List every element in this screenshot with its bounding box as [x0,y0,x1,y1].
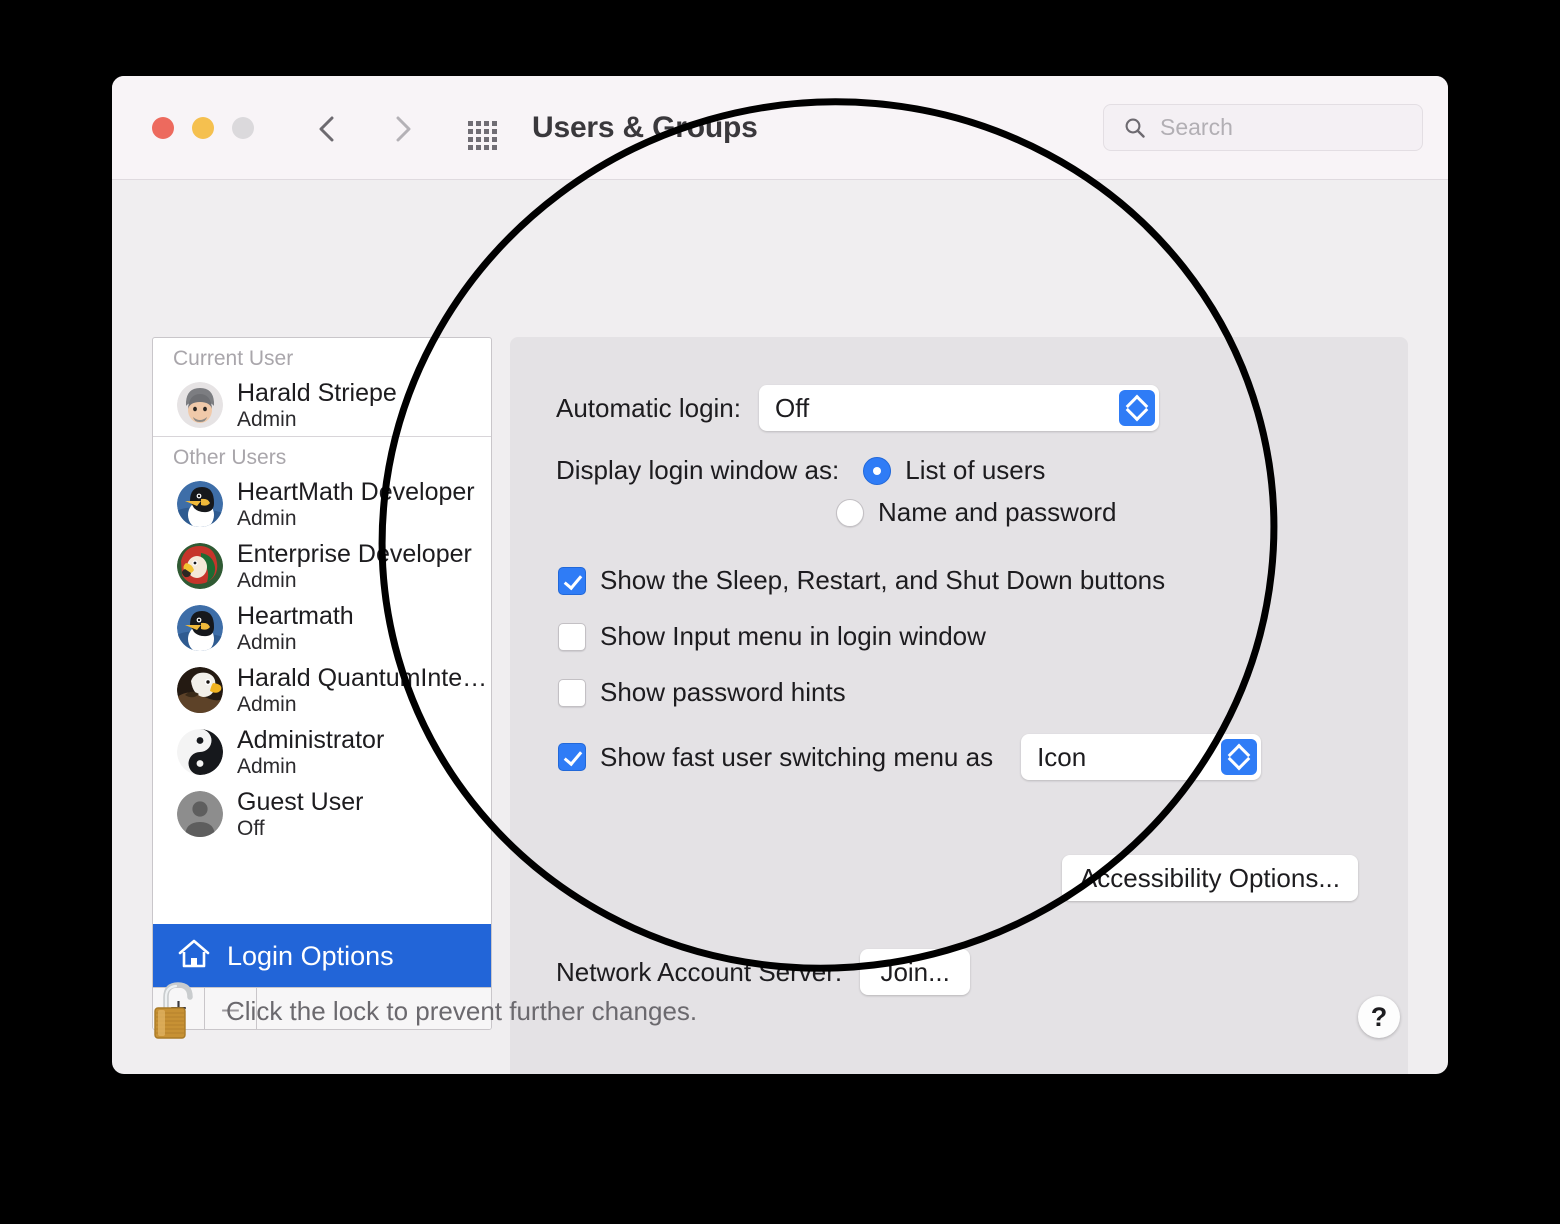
list-item-texts: HeartMath Developer Admin [237,478,475,531]
search-input[interactable]: Search [1103,104,1423,151]
radio-name-password-row: Name and password [836,497,1116,528]
user-name: HeartMath Developer [237,477,475,506]
checkbox-password-hints-row[interactable]: Show password hints [558,677,846,708]
checkbox-password-hints[interactable] [558,678,586,707]
checkbox-input-menu[interactable] [558,622,586,651]
traffic-light-group [152,117,254,139]
yinyang-avatar [177,729,223,775]
user-role: Off [237,816,265,840]
list-item-texts: Administrator Admin [237,726,384,779]
help-button[interactable]: ? [1358,996,1400,1038]
close-button-icon[interactable] [152,117,174,139]
lock-row[interactable]: Click the lock to prevent further change… [152,980,697,1042]
chevron-right-icon[interactable] [386,112,420,146]
user-role: Admin [237,568,297,592]
list-item[interactable]: Heartmath Admin [153,597,491,659]
user-name: Administrator [237,725,385,754]
radio-list-of-users[interactable] [863,456,892,485]
user-name: Enterprise Developer [237,539,472,568]
checkbox-input-menu-row[interactable]: Show Input menu in login window [558,621,986,652]
chevron-updown-icon[interactable] [1221,739,1258,775]
radio-name-and-password-label: Name and password [878,497,1117,527]
unlocked-padlock-icon[interactable] [152,980,204,1042]
penguin-avatar [177,481,223,527]
list-item-texts: Heartmath Admin [237,602,354,655]
checkbox-fast-user-switching-label: Show fast user switching menu as [600,741,994,772]
list-item[interactable]: Harald QuantumInte… Admin [153,659,491,721]
user-name: Harald Striepe [237,378,397,407]
checkbox-password-hints-label: Show password hints [600,677,846,707]
radio-list-of-users-label: List of users [905,455,1046,485]
parrot-avatar [177,543,223,589]
home-icon [177,938,211,975]
list-item-texts: Guest User Off [237,788,363,841]
automatic-login-value: Off [774,392,810,423]
user-role: Admin [237,692,297,716]
list-item[interactable]: Administrator Admin [153,721,491,783]
window-body: Current User Harald Striepe Admin Other … [112,180,1448,1074]
minimize-button-icon[interactable] [192,117,214,139]
screenshot-root: Users & Groups Search Current User Haral… [0,0,1560,1224]
sidebar-section-header-current: Current User [173,347,294,370]
user-name: Guest User [237,787,364,816]
radio-name-and-password[interactable] [836,498,864,527]
sidebar-item-login-options[interactable]: Login Options [153,924,491,988]
automatic-login-label: Automatic login: [556,392,741,423]
user-name: Heartmath [237,601,354,630]
checkbox-sleep-restart-shutdown[interactable] [558,566,586,595]
automatic-login-row: Automatic login: Off [556,385,1159,431]
zoom-button-icon[interactable] [232,117,254,139]
search-icon [1124,117,1146,139]
penguin-avatar [177,605,223,651]
list-item-texts: Harald QuantumInte… Admin [237,664,487,717]
display-login-window-row: Display login window as: List of users [556,455,1045,486]
user-role: Admin [237,506,297,530]
list-item[interactable]: Harald Striepe Admin [153,374,491,436]
user-role: Admin [237,630,297,654]
chevron-updown-icon[interactable] [1118,390,1155,426]
lock-message: Click the lock to prevent further change… [226,995,698,1026]
user-role: Admin [237,754,297,778]
list-item[interactable]: Enterprise Developer Admin [153,535,491,597]
automatic-login-select[interactable]: Off [758,385,1159,431]
checkbox-fast-user-switching-row[interactable]: Show fast user switching menu as Icon [558,734,1262,780]
system-preferences-window: Users & Groups Search Current User Haral… [112,76,1448,1074]
display-login-window-label: Display login window as: [556,455,840,485]
list-item-texts: Enterprise Developer Admin [237,540,472,593]
user-name: Harald QuantumInte… [237,663,488,692]
users-sidebar: Current User Harald Striepe Admin Other … [152,337,492,1030]
list-item[interactable]: HeartMath Developer Admin [153,473,491,535]
eagle-avatar [177,667,223,713]
memoji-avatar [177,382,223,428]
user-role: Admin [237,407,297,431]
checkbox-fast-user-switching[interactable] [558,743,586,771]
search-placeholder: Search [1160,114,1233,140]
list-item-texts: Harald Striepe Admin [237,379,397,432]
show-all-grid-icon[interactable] [468,121,502,150]
join-button[interactable]: Join... [860,949,971,995]
checkbox-sleep-restart-shutdown-row[interactable]: Show the Sleep, Restart, and Shut Down b… [558,565,1165,596]
chevron-left-icon[interactable] [310,112,344,146]
guest-avatar [177,791,223,837]
accessibility-options-button[interactable]: Accessibility Options... [1061,855,1358,901]
fast-user-switching-value: Icon [1037,741,1087,772]
sidebar-section-header-other: Other Users [173,446,287,469]
checkbox-input-menu-label: Show Input menu in login window [600,621,986,651]
fast-user-switching-select[interactable]: Icon [1021,734,1262,780]
login-options-panel: Automatic login: Off Display login windo… [510,337,1408,1074]
sidebar-item-label: Login Options [227,940,394,971]
checkbox-sleep-restart-shutdown-label: Show the Sleep, Restart, and Shut Down b… [600,565,1166,595]
window-titlebar: Users & Groups Search [112,76,1448,180]
page-title: Users & Groups [532,111,758,144]
list-item[interactable]: Guest User Off [153,783,491,845]
